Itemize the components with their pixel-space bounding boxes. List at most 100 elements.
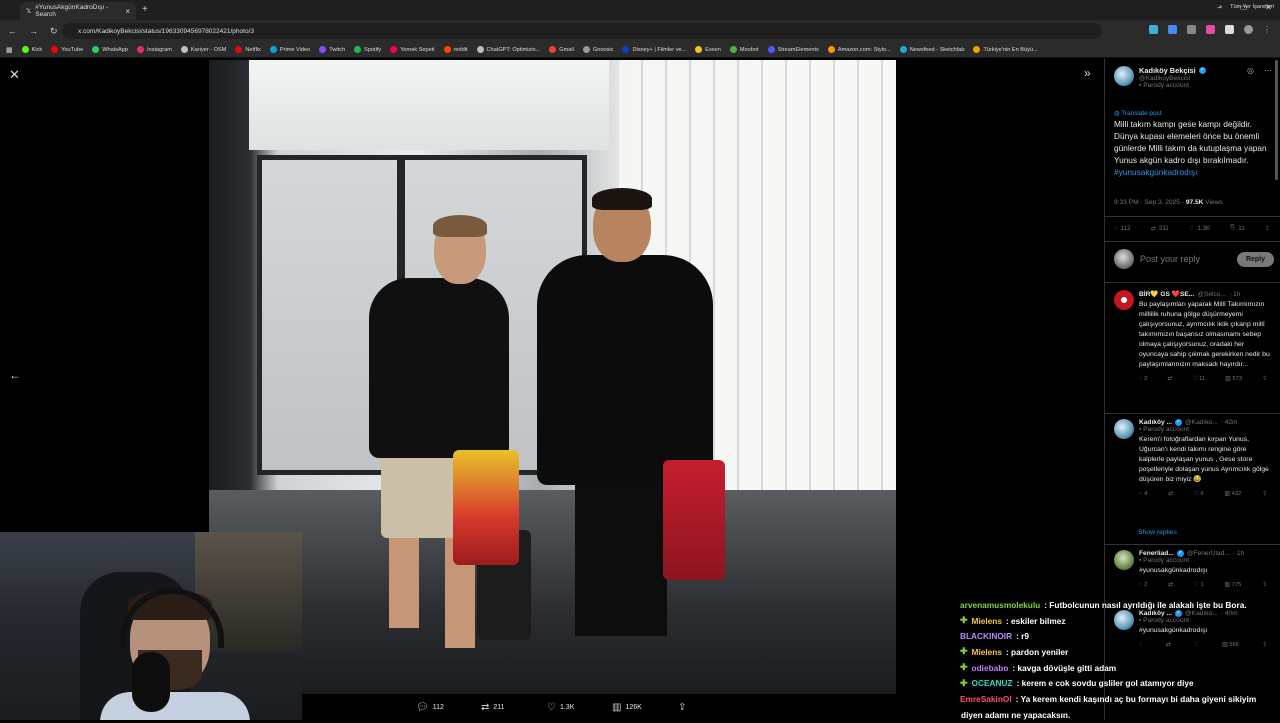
views-action[interactable]: ▥ 126K (612, 702, 642, 713)
author-name[interactable]: Kadıköy Bekçisi (1139, 66, 1196, 75)
translate-post-link[interactable]: ◍ Translate post (1114, 109, 1162, 117)
bookmark-item[interactable]: Prime Video (269, 46, 310, 53)
bookmark-item[interactable]: Spotify (354, 46, 381, 53)
extension-icon[interactable] (1206, 25, 1215, 34)
reply-stat[interactable]: ◌ 112 (1114, 224, 1131, 232)
chat-username[interactable]: EmreSakinOl (960, 694, 1012, 704)
reply-item[interactable]: Fenerliad... ✓ @FenerUlad... · 1h ▪ Parody … (1114, 550, 1274, 588)
repost-stat[interactable]: ⇄ 211 (1151, 224, 1169, 232)
repost-action[interactable]: ⇄ 211 (481, 702, 505, 713)
reload-icon[interactable]: ↻ (50, 26, 58, 37)
bookmark-item[interactable]: Türkiye'nin En Büyü... (973, 46, 1038, 53)
reply-icon[interactable]: ◌ 2 (1139, 376, 1147, 382)
bookmark-item[interactable]: Yemek Sepeti (390, 46, 435, 53)
like-stat[interactable]: ♡ 1.3K (1189, 224, 1210, 232)
share-icon: ⇪ (678, 702, 687, 713)
heart-icon[interactable]: ♡ 11 (1192, 376, 1205, 382)
show-replies-link[interactable]: Show replies (1138, 529, 1177, 536)
bookmark-item[interactable]: Gmail (549, 46, 574, 53)
repost-icon[interactable]: ⇄ (1168, 491, 1173, 497)
new-tab-icon[interactable]: + (142, 4, 148, 15)
bookmark-label: Exxen (705, 46, 721, 53)
reply-icon[interactable]: ◌ 2 (1139, 582, 1147, 588)
views-icon[interactable]: ▥ 573 (1225, 376, 1242, 382)
bookmark-item[interactable]: Twitch (319, 46, 345, 53)
reply-action[interactable]: 💬︎ 112 (416, 702, 444, 713)
heart-icon[interactable]: ♡ 6 (1194, 491, 1204, 497)
bookmark-label: Gmail (559, 46, 574, 53)
bookmark-item[interactable]: YouTube (51, 46, 83, 53)
previous-photo-icon[interactable]: ← (9, 368, 21, 382)
bookmark-item[interactable]: Netflix (235, 46, 261, 53)
bookmark-item[interactable]: WhatsApp (92, 46, 128, 53)
subscriber-badge-icon: ✚ (960, 646, 968, 657)
back-icon[interactable]: ← (8, 26, 17, 37)
reply-button[interactable]: Reply (1236, 251, 1274, 267)
bookmark-item[interactable]: Amazon.com: Stylo... (827, 46, 891, 53)
bookmark-item[interactable]: Kariyer - OSM (180, 46, 226, 53)
extension-icon[interactable] (1149, 25, 1158, 34)
chat-username[interactable]: OCEANUZ (972, 678, 1013, 688)
views-icon[interactable]: ▥ 775 (1225, 582, 1242, 588)
extension-icon[interactable] (1225, 25, 1234, 34)
bookmark-item[interactable]: reddit (443, 46, 468, 53)
bookmark-item[interactable]: Newsfeed - Sketchfab (899, 46, 964, 53)
hashtag-link[interactable]: #yunusakgünkadrodışı (1139, 566, 1273, 576)
reply-item[interactable]: BİR💛 GS ❤️SE... @Selcu... · 1h Bu paylaşım… (1114, 290, 1274, 382)
close-tab-icon[interactable]: × (125, 7, 130, 16)
share-stat[interactable]: ⇪ (1265, 224, 1270, 232)
reply-item[interactable]: Kadıköy ... ✓ @Kadıko... · 42m ▪ Parody acc… (1114, 419, 1274, 497)
repost-icon[interactable]: ⇄ (1168, 582, 1173, 588)
bookmark-item[interactable]: StreamElements (767, 46, 819, 53)
reply-icon[interactable]: ◌ 4 (1139, 491, 1147, 497)
views-icon[interactable]: ▥ 432 (1225, 491, 1242, 497)
grok-icon[interactable]: ◎ (1247, 66, 1254, 75)
all-bookmarks[interactable]: Tüm Yer İşaretleri (1230, 4, 1274, 10)
more-bookmarks-icon[interactable]: » (1219, 4, 1222, 10)
bookmark-item[interactable]: Gnoosic (582, 46, 613, 53)
extensions-bar: ⋮ (1149, 25, 1272, 34)
browser-tab[interactable]: 𝕏 #YunusAkgünKadroDışı - Search × (20, 2, 136, 20)
bookmark-item[interactable]: Instagram (137, 46, 172, 53)
repost-icon[interactable]: ⇄ (1167, 376, 1172, 382)
avatar[interactable] (1114, 66, 1134, 86)
chat-username[interactable]: Mielens (972, 647, 1002, 657)
url-input[interactable]: x.com/KadikoyBekcisi/status/196330945697… (62, 23, 1102, 39)
collapse-panel-icon[interactable]: » (1084, 66, 1091, 80)
bookmark-item[interactable]: ChatGPT: Optimizin... (476, 46, 540, 53)
share-icon[interactable]: ⇪ (1262, 582, 1267, 588)
menu-icon[interactable]: ⋮ (1263, 25, 1272, 34)
share-action[interactable]: ⇪ (678, 702, 686, 713)
chat-username[interactable]: arvenamusmolekulu (960, 600, 1040, 610)
forward-icon[interactable]: → (29, 26, 38, 37)
bookmark-item[interactable]: Disney+ | Filmler ve... (622, 46, 686, 53)
close-icon[interactable]: ✕ (9, 67, 20, 83)
chat-username[interactable]: odiebabo (972, 663, 1009, 673)
extension-icon[interactable] (1187, 25, 1196, 34)
share-icon[interactable]: ⇪ (1262, 491, 1267, 497)
extension-icon[interactable] (1168, 25, 1177, 34)
hashtag-link[interactable]: #yunusakgünkadrodışı (1114, 167, 1198, 177)
bookmark-item[interactable]: Moobot (729, 46, 759, 53)
chat-username[interactable]: Mielens (972, 616, 1002, 626)
tweet-time[interactable]: 9:33 PM · Sep 3, 2025 · (1114, 199, 1186, 206)
more-options-icon[interactable]: ⋯ (1264, 66, 1272, 75)
scrollbar[interactable] (1275, 60, 1278, 180)
heart-icon[interactable]: ♡ 1 (1194, 582, 1204, 588)
share-icon[interactable]: ⇪ (1262, 376, 1267, 382)
like-action[interactable]: ♡ 1.3K (547, 702, 574, 713)
author-handle[interactable]: @KadikoyBekcisi (1139, 75, 1206, 82)
bookmark-favicon-icon (51, 46, 59, 53)
bookmark-item[interactable]: Exxen (695, 46, 721, 53)
bookmark-item[interactable]: Kick (21, 46, 42, 53)
bookmark-stat[interactable]: ⎘ 11 (1230, 224, 1244, 232)
profile-icon[interactable] (1244, 25, 1253, 34)
avatar[interactable] (1114, 550, 1134, 570)
chat-username[interactable]: BLACKINOIR (960, 631, 1012, 641)
avatar[interactable] (1114, 419, 1134, 439)
reply-text: Bu paylaşımları yaparak Millî Takımımızı… (1139, 301, 1270, 368)
tweet-photo[interactable] (209, 60, 896, 694)
apps-icon[interactable]: ▦ (6, 46, 13, 54)
avatar[interactable] (1114, 290, 1134, 310)
reply-input[interactable]: Post your reply (1140, 254, 1231, 264)
